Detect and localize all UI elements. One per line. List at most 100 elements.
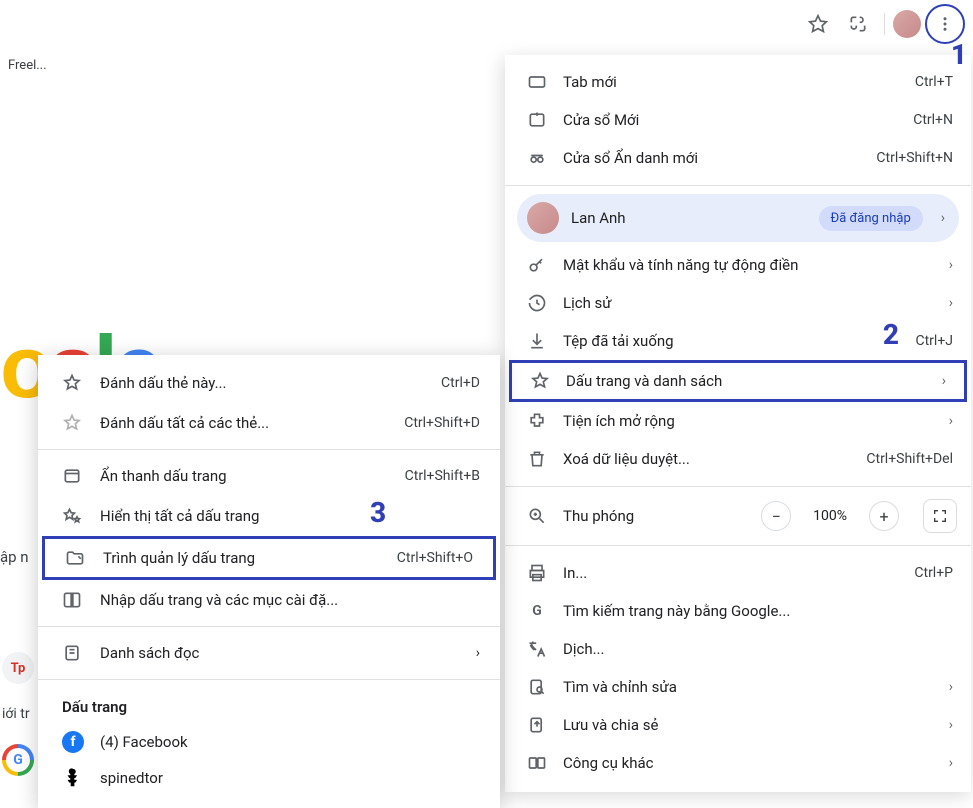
menu-item-new-tab[interactable]: Tab mới Ctrl+T: [505, 63, 971, 101]
menu-item-extensions[interactable]: Tiện ích mở rộng ›: [505, 402, 971, 440]
menu-item-more-tools[interactable]: Công cụ khác ›: [505, 744, 971, 782]
menu-item-downloads[interactable]: Tệp đã tải xuống Ctrl+J: [505, 322, 971, 360]
chevron-right-icon: ›: [949, 295, 953, 311]
menu-profile-row[interactable]: Lan Anh Đã đăng nhập ›: [517, 194, 959, 242]
menu-item-new-window[interactable]: Cửa sổ Mới Ctrl+N: [505, 101, 971, 139]
menu-item-save-share[interactable]: Lưu và chia sẻ ›: [505, 706, 971, 744]
bookmark-bar-item[interactable]: Freel...: [8, 58, 47, 73]
star-icon: [62, 373, 82, 393]
shortcut-label: iới tr: [2, 706, 34, 722]
folder-icon: [65, 548, 85, 568]
submenu-item-bookmark-all[interactable]: Đánh dấu tất cả các thẻ... Ctrl+Shift+D: [38, 403, 500, 443]
menu-separator: [505, 185, 971, 186]
chevron-right-icon: ›: [949, 413, 953, 429]
menu-item-find-edit[interactable]: Tìm và chỉnh sửa ›: [505, 668, 971, 706]
submenu-shortcut: Ctrl+D: [441, 375, 480, 391]
menu-item-history[interactable]: Lịch sử ›: [505, 284, 971, 322]
url-bar-wrap: [4, 6, 836, 42]
submenu-item-bookmark-manager[interactable]: Trình quản lý dấu trang Ctrl+Shift+O: [42, 536, 496, 580]
submenu-label: Trình quản lý dấu trang: [103, 549, 379, 567]
toolbar-divider: [884, 13, 885, 35]
extensions-icon[interactable]: [840, 6, 876, 42]
bookmark-entry[interactable]: f (4) Facebook: [38, 724, 500, 760]
annotation-3: 3: [370, 496, 386, 529]
menu-label: Cửa sổ Mới: [563, 111, 897, 129]
submenu-label: Nhập dấu trang và các mục cài đặ...: [100, 591, 480, 609]
menu-label: Tab mới: [563, 73, 899, 91]
stars-icon: [62, 506, 82, 526]
profile-avatar-small: [527, 202, 559, 234]
submenu-item-hide-bar[interactable]: Ẩn thanh dấu trang Ctrl+Shift+B: [38, 456, 500, 496]
zoom-in-button[interactable]: +: [869, 501, 899, 531]
bookmarks-submenu: Đánh dấu thẻ này... Ctrl+D Đánh dấu tất …: [38, 355, 500, 808]
menu-item-print[interactable]: In... Ctrl+P: [505, 554, 971, 592]
submenu-shortcut: Ctrl+Shift+D: [404, 415, 480, 431]
find-icon: [527, 677, 547, 697]
submenu-label: Đánh dấu thẻ này...: [100, 374, 423, 392]
submenu-item-import[interactable]: Nhập dấu trang và các mục cài đặ...: [38, 580, 500, 620]
zoom-icon: [527, 506, 547, 526]
star-outline-icon: [62, 413, 82, 433]
menu-label: Mật khẩu và tính năng tự động điền: [563, 256, 933, 274]
incognito-icon: [527, 148, 547, 168]
submenu-item-show-all[interactable]: Hiển thị tất cả dấu trang: [38, 496, 500, 536]
bookmark-entry[interactable]: spinedtor: [38, 760, 500, 796]
layout-icon: [62, 466, 82, 486]
menu-label: Cửa sổ Ẩn danh mới: [563, 149, 860, 167]
menu-label: Xoá dữ liệu duyệt...: [563, 450, 850, 468]
submenu-separator: [38, 626, 500, 627]
menu-item-passwords[interactable]: Mật khẩu và tính năng tự động điền ›: [505, 246, 971, 284]
menu-label: Dịch...: [563, 640, 953, 658]
puzzle-icon: [527, 411, 547, 431]
menu-label: Tìm kiếm trang này bằng Google...: [563, 602, 953, 620]
menu-separator: [505, 545, 971, 546]
menu-separator: [505, 486, 971, 487]
menu-shortcut: Ctrl+T: [915, 74, 953, 90]
search-input-fragment[interactable]: ập n: [0, 548, 29, 566]
menu-shortcut: Ctrl+Shift+Del: [866, 451, 953, 467]
menu-item-clear-data[interactable]: Xoá dữ liệu duyệt... Ctrl+Shift+Del: [505, 440, 971, 478]
history-icon: [527, 293, 547, 313]
submenu-item-bookmark-tab[interactable]: Đánh dấu thẻ này... Ctrl+D: [38, 363, 500, 403]
chevron-right-icon: ›: [949, 717, 953, 733]
annotation-1: 1: [951, 38, 967, 71]
chevron-right-icon: ›: [949, 755, 953, 771]
shortcut-tile[interactable]: G: [2, 744, 34, 776]
menu-label: Lịch sử: [563, 294, 933, 312]
menu-label: In...: [563, 564, 898, 582]
shortcut-tiles: Tp iới tr G: [0, 652, 34, 776]
menu-item-zoom: Thu phóng − 100% +: [505, 495, 971, 537]
submenu-label: Đánh dấu tất cả các thẻ...: [100, 414, 386, 432]
spine-icon: [62, 767, 84, 789]
menu-item-incognito[interactable]: Cửa sổ Ẩn danh mới Ctrl+Shift+N: [505, 139, 971, 177]
book-icon: [62, 590, 82, 610]
bookmark-label: (4) Facebook: [100, 733, 188, 751]
chevron-right-icon: ›: [476, 645, 480, 661]
menu-shortcut: Ctrl+P: [914, 565, 953, 581]
submenu-separator: [38, 449, 500, 450]
submenu-shortcut: Ctrl+Shift+O: [397, 550, 473, 566]
menu-item-bookmarks[interactable]: Dấu trang và danh sách ›: [509, 360, 967, 402]
chevron-right-icon: ›: [941, 210, 945, 226]
shortcut-tile[interactable]: Tp: [2, 652, 34, 684]
chevron-right-icon: ›: [949, 679, 953, 695]
menu-label: Tệp đã tải xuống: [563, 332, 899, 350]
menu-shortcut: Ctrl+J: [915, 333, 953, 349]
submenu-label: Hiển thị tất cả dấu trang: [100, 507, 480, 525]
menu-shortcut: Ctrl+N: [913, 112, 953, 128]
zoom-out-button[interactable]: −: [761, 501, 791, 531]
submenu-heading: Dấu trang: [38, 686, 500, 724]
menu-item-translate[interactable]: Dịch...: [505, 630, 971, 668]
download-icon: [527, 331, 547, 351]
menu-label: Dấu trang và danh sách: [566, 372, 926, 390]
chevron-right-icon: ›: [949, 257, 953, 273]
google-g-icon: G: [527, 603, 547, 619]
tab-icon: [527, 72, 547, 92]
fullscreen-button[interactable]: [923, 499, 957, 533]
menu-item-search-google[interactable]: G Tìm kiếm trang này bằng Google...: [505, 592, 971, 630]
main-menu: Tab mới Ctrl+T Cửa sổ Mới Ctrl+N Cửa sổ …: [505, 55, 971, 792]
profile-avatar[interactable]: [893, 10, 921, 38]
tools-icon: [527, 753, 547, 773]
bookmark-star-icon[interactable]: [800, 6, 836, 42]
submenu-item-reading-list[interactable]: Danh sách đọc ›: [38, 633, 500, 673]
